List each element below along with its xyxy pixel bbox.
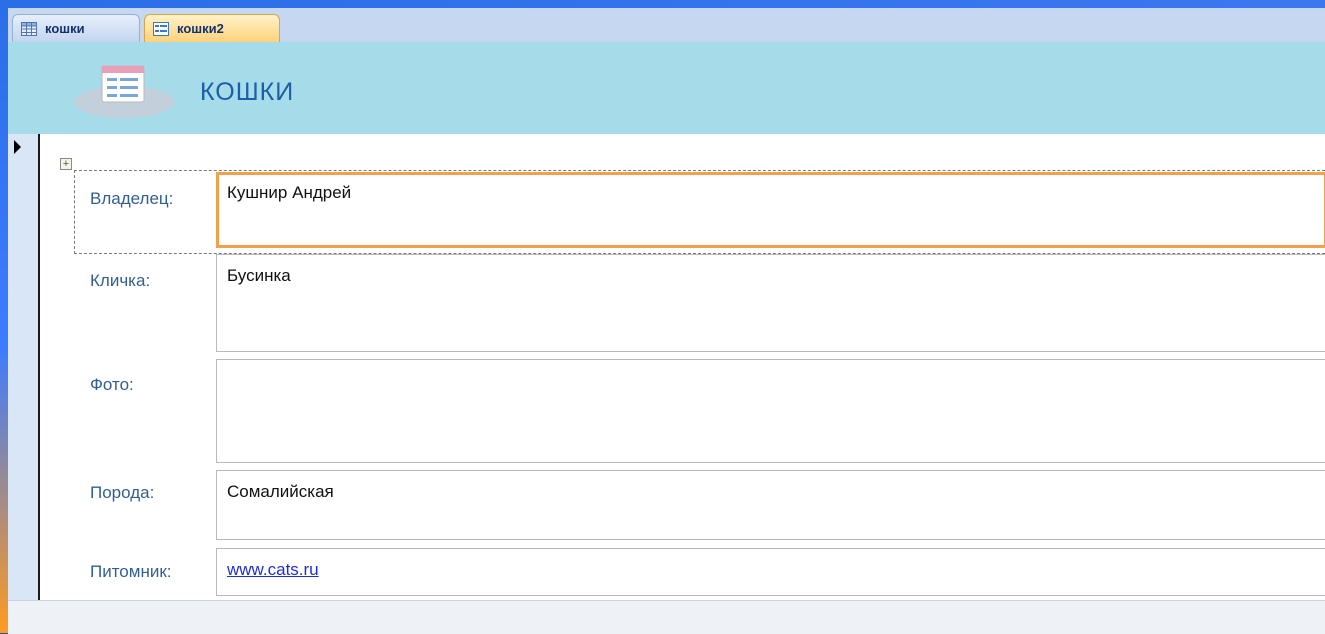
tab-koshki-table[interactable]: кошки [12, 14, 140, 42]
table-icon [21, 21, 37, 36]
owner-field[interactable]: Кушнир Андрей [216, 172, 1325, 248]
nickname-field[interactable]: Бусинка [216, 254, 1325, 352]
cattery-field[interactable]: www.cats.ru [216, 548, 1325, 596]
tab-label: кошки [45, 21, 85, 36]
form-icon [74, 65, 174, 118]
window-frame-top [0, 0, 1325, 8]
tab-label: кошки2 [177, 21, 224, 36]
form-icon [153, 21, 169, 36]
window-frame-left [0, 0, 8, 633]
document-tab-bar: кошки кошки2 [8, 8, 1325, 43]
record-selector[interactable] [8, 134, 40, 600]
label-photo: Фото: [90, 375, 134, 394]
cattery-hyperlink[interactable]: www.cats.ru [227, 560, 319, 579]
label-nickname: Кличка: [90, 271, 151, 290]
tab-koshki2-form[interactable]: кошки2 [144, 14, 280, 42]
label-breed: Порода: [90, 483, 155, 502]
form-title: КОШКИ [200, 78, 295, 106]
breed-field[interactable]: Сомалийская [216, 470, 1325, 540]
photo-field[interactable] [216, 359, 1325, 463]
form-header: КОШКИ [8, 42, 1325, 134]
current-record-arrow-icon [14, 140, 21, 154]
layout-move-handle-icon[interactable]: + [60, 158, 72, 170]
label-cattery: Питомник: [90, 562, 172, 581]
label-owner: Владелец: [90, 189, 174, 208]
form-detail: + Владелец: Кушнир Андрей Кличка: Бусинк… [8, 134, 1325, 600]
form-footer [8, 600, 1325, 634]
